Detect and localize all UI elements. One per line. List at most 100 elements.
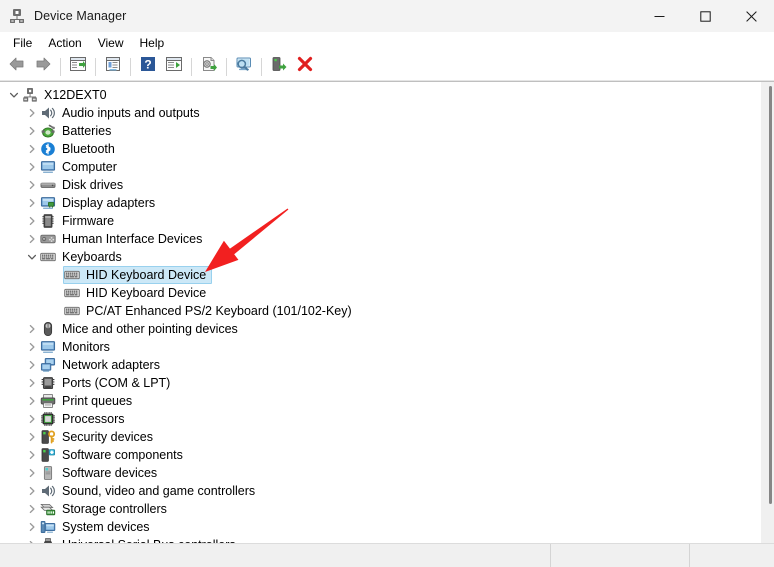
- chevron-right-icon[interactable]: [24, 392, 40, 410]
- chevron-right-icon[interactable]: [24, 464, 40, 482]
- computer-root-icon: [22, 87, 38, 103]
- tree-item-content[interactable]: Sound, video and game controllers: [39, 482, 261, 500]
- tree-item[interactable]: Software devices: [0, 464, 757, 482]
- tree-item[interactable]: Processors: [0, 410, 757, 428]
- minimize-button[interactable]: [636, 0, 682, 32]
- chevron-right-icon[interactable]: [24, 446, 40, 464]
- tree-item[interactable]: HID Keyboard Device: [0, 284, 757, 302]
- tree-item-content[interactable]: Mice and other pointing devices: [39, 320, 244, 338]
- tree-item[interactable]: Software components: [0, 446, 757, 464]
- scrollbar-thumb[interactable]: [769, 86, 772, 504]
- tree-item-content[interactable]: HID Keyboard Device: [63, 266, 212, 284]
- menu-item-help[interactable]: Help: [132, 34, 173, 52]
- back-button[interactable]: [4, 55, 30, 79]
- chevron-right-icon[interactable]: [24, 428, 40, 446]
- tree-item[interactable]: Network adapters: [0, 356, 757, 374]
- chevron-right-icon[interactable]: [24, 158, 40, 176]
- tree-item-content[interactable]: Software components: [39, 446, 189, 464]
- chevron-right-icon[interactable]: [24, 320, 40, 338]
- tree-item[interactable]: Keyboards: [0, 248, 757, 266]
- update-driver-button[interactable]: [196, 55, 222, 79]
- tree-item[interactable]: Universal Serial Bus controllers: [0, 536, 757, 543]
- tree-item-content[interactable]: Storage controllers: [39, 500, 173, 518]
- maximize-button[interactable]: [682, 0, 728, 32]
- tree-item[interactable]: Ports (COM & LPT): [0, 374, 757, 392]
- tree-item-content[interactable]: Bluetooth: [39, 140, 121, 158]
- tree-item[interactable]: Sound, video and game controllers: [0, 482, 757, 500]
- tree-item-content[interactable]: PC/AT Enhanced PS/2 Keyboard (101/102-Ke…: [63, 302, 358, 320]
- tree-item[interactable]: System devices: [0, 518, 757, 536]
- tree-item-content[interactable]: System devices: [39, 518, 156, 536]
- chevron-right-icon[interactable]: [24, 122, 40, 140]
- tree-item-content[interactable]: Disk drives: [39, 176, 129, 194]
- enable-device-button[interactable]: [266, 55, 292, 79]
- tree-item[interactable]: Display adapters: [0, 194, 757, 212]
- chevron-right-icon[interactable]: [24, 140, 40, 158]
- close-button[interactable]: [728, 0, 774, 32]
- tree-item-content[interactable]: Keyboards: [39, 248, 128, 266]
- chevron-right-icon[interactable]: [24, 176, 40, 194]
- tree-item[interactable]: PC/AT Enhanced PS/2 Keyboard (101/102-Ke…: [0, 302, 757, 320]
- scan-for-hardware-changes-button[interactable]: [231, 55, 257, 79]
- tree-item-content[interactable]: X12DEXT0: [21, 86, 113, 104]
- show-hide-console-tree-button[interactable]: [65, 55, 91, 79]
- tree-item[interactable]: HID Keyboard Device: [0, 266, 757, 284]
- tree-item-content[interactable]: Ports (COM & LPT): [39, 374, 176, 392]
- tree-item[interactable]: Firmware: [0, 212, 757, 230]
- vertical-scrollbar[interactable]: [757, 82, 774, 543]
- tree-item[interactable]: Monitors: [0, 338, 757, 356]
- tree-item-content[interactable]: Human Interface Devices: [39, 230, 208, 248]
- tree-item-content[interactable]: Monitors: [39, 338, 116, 356]
- help-button[interactable]: ?: [135, 55, 161, 79]
- chevron-right-icon[interactable]: [24, 410, 40, 428]
- tree-item-content[interactable]: Universal Serial Bus controllers: [39, 536, 242, 543]
- chevron-right-icon[interactable]: [24, 230, 40, 248]
- chevron-down-icon[interactable]: [24, 248, 40, 266]
- tree-item[interactable]: Disk drives: [0, 176, 757, 194]
- tree-item[interactable]: Batteries: [0, 122, 757, 140]
- tree-item[interactable]: Human Interface Devices: [0, 230, 757, 248]
- tree-item[interactable]: Print queues: [0, 392, 757, 410]
- chevron-right-icon[interactable]: [24, 212, 40, 230]
- tree-item[interactable]: Mice and other pointing devices: [0, 320, 757, 338]
- system-device-icon: [40, 519, 56, 535]
- uninstall-device-icon: [297, 56, 313, 77]
- chevron-right-icon[interactable]: [24, 374, 40, 392]
- chevron-right-icon[interactable]: [24, 500, 40, 518]
- chevron-right-icon[interactable]: [24, 194, 40, 212]
- chevron-right-icon[interactable]: [24, 104, 40, 122]
- tree-item-content[interactable]: Security devices: [39, 428, 159, 446]
- tree-item-content[interactable]: Firmware: [39, 212, 120, 230]
- menu-item-action[interactable]: Action: [40, 34, 89, 52]
- device-tree[interactable]: X12DEXT0 Audio inputs and outputs Batter…: [0, 82, 757, 543]
- forward-button[interactable]: [30, 55, 56, 79]
- tree-item[interactable]: Computer: [0, 158, 757, 176]
- chevron-right-icon[interactable]: [24, 482, 40, 500]
- chevron-right-icon[interactable]: [24, 536, 40, 543]
- tree-item-content[interactable]: Batteries: [39, 122, 117, 140]
- svg-text:?: ?: [144, 58, 151, 72]
- tree-item-content[interactable]: Network adapters: [39, 356, 166, 374]
- tree-item[interactable]: X12DEXT0: [0, 86, 757, 104]
- show-hide-action-pane-button[interactable]: [161, 55, 187, 79]
- tree-item[interactable]: Audio inputs and outputs: [0, 104, 757, 122]
- scrollbar-track[interactable]: [761, 82, 774, 543]
- chevron-right-icon[interactable]: [24, 338, 40, 356]
- tree-item-content[interactable]: Print queues: [39, 392, 138, 410]
- chevron-down-icon[interactable]: [6, 86, 22, 104]
- chevron-right-icon[interactable]: [24, 356, 40, 374]
- uninstall-device-button[interactable]: [292, 55, 318, 79]
- properties-button[interactable]: [100, 55, 126, 79]
- tree-item-content[interactable]: Computer: [39, 158, 123, 176]
- tree-item-content[interactable]: Software devices: [39, 464, 163, 482]
- tree-item[interactable]: Storage controllers: [0, 500, 757, 518]
- tree-item-content[interactable]: HID Keyboard Device: [63, 284, 212, 302]
- tree-item[interactable]: Security devices: [0, 428, 757, 446]
- tree-item-content[interactable]: Display adapters: [39, 194, 161, 212]
- tree-item-content[interactable]: Audio inputs and outputs: [39, 104, 206, 122]
- menu-item-file[interactable]: File: [5, 34, 40, 52]
- chevron-right-icon[interactable]: [24, 518, 40, 536]
- menu-item-view[interactable]: View: [90, 34, 132, 52]
- tree-item[interactable]: Bluetooth: [0, 140, 757, 158]
- tree-item-content[interactable]: Processors: [39, 410, 131, 428]
